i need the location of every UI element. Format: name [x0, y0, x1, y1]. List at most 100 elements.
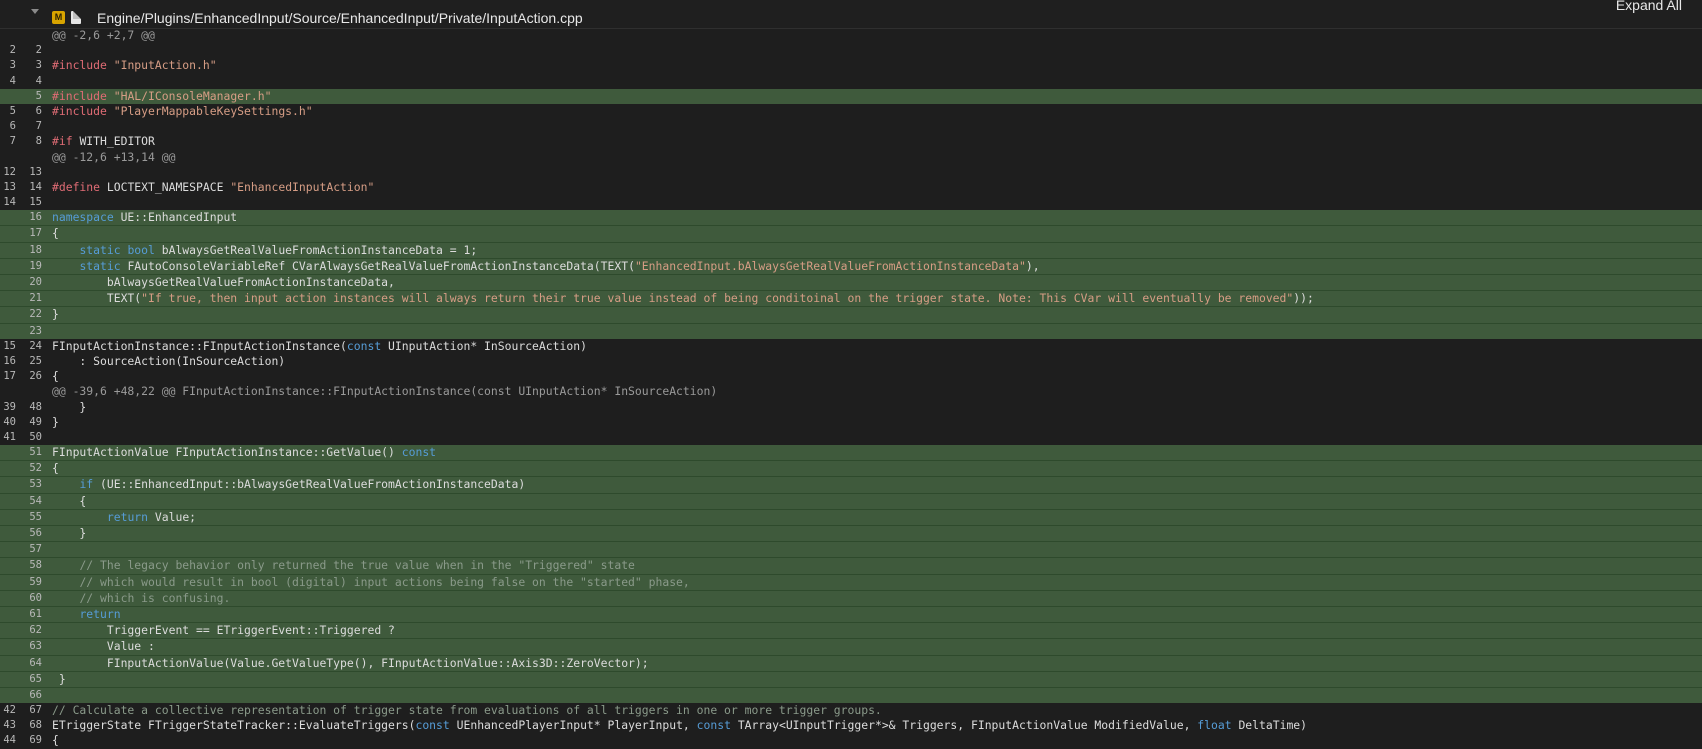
- old-line-number: 13: [3, 180, 16, 193]
- context-line[interactable]: 44: [0, 74, 1702, 89]
- file-path: Engine/Plugins/EnhancedInput/Source/Enha…: [97, 10, 583, 26]
- code-token: {: [52, 461, 59, 476]
- code-token: if: [79, 477, 101, 492]
- context-line[interactable]: 22: [0, 43, 1702, 58]
- added-line[interactable]: 20 bAlwaysGetRealValueFromActionInstance…: [0, 274, 1702, 291]
- code-token: }: [52, 307, 59, 322]
- new-line-number: 67: [29, 704, 42, 717]
- added-line[interactable]: 59 // which would result in bool (digita…: [0, 573, 1702, 590]
- code-text: {: [52, 369, 59, 384]
- code-token: FAutoConsoleVariableRef CVarAlwaysGetRea…: [127, 258, 635, 273]
- added-line[interactable]: 51 FInputActionValue FInputActionInstance…: [0, 445, 1702, 461]
- old-line-number: 5: [9, 104, 16, 117]
- context-line[interactable]: 16 25 : SourceAction(InSourceAction): [0, 354, 1702, 369]
- context-line[interactable]: 39 48 }: [0, 400, 1702, 415]
- new-line-number: 7: [35, 120, 42, 133]
- code-text: }: [52, 400, 86, 415]
- code-token: float: [1197, 718, 1239, 733]
- code-text: ETriggerState FTriggerStateTracker::Eval…: [52, 718, 1307, 733]
- code-token: namespace: [52, 210, 121, 225]
- added-line[interactable]: 54 {: [0, 492, 1702, 509]
- old-line-number: 6: [9, 120, 16, 133]
- code-text: // which would result in bool (digital) …: [52, 575, 689, 590]
- new-line-number: 49: [29, 415, 42, 428]
- old-line-number: 43: [3, 719, 16, 732]
- new-line-number: 60: [29, 591, 42, 604]
- code-token: const: [415, 718, 457, 733]
- new-line-number: 15: [29, 196, 42, 209]
- context-line[interactable]: 14 15: [0, 195, 1702, 210]
- hunk-header[interactable]: @@ -12,6 +13,14 @@: [0, 150, 1702, 165]
- added-line[interactable]: 61 return: [0, 605, 1702, 623]
- code-text: namespace UE::EnhancedInput: [52, 210, 237, 225]
- context-line[interactable]: 17 26 {: [0, 369, 1702, 384]
- added-line[interactable]: 58 // The legacy behavior only returned …: [0, 557, 1702, 574]
- old-line-number: 16: [3, 354, 16, 367]
- new-line-number: 53: [29, 478, 42, 491]
- added-line[interactable]: 63 Value :: [0, 638, 1702, 655]
- context-line[interactable]: 12 13: [0, 165, 1702, 180]
- added-line[interactable]: 23: [0, 322, 1702, 339]
- code-token: }: [52, 671, 66, 686]
- code-text: FInputActionInstance::FInputActionInstan…: [52, 339, 587, 354]
- added-line[interactable]: 16 namespace UE::EnhancedInput: [0, 210, 1702, 226]
- code-text: #define LOCTEXT_NAMESPACE "EnhancedInput…: [52, 180, 374, 195]
- context-line[interactable]: 15 24 FInputActionInstance::FInputActionIn…: [0, 339, 1702, 354]
- added-line[interactable]: 57: [0, 541, 1702, 558]
- expand-all-button[interactable]: Expand All: [1616, 0, 1682, 13]
- code-token: @@ -39,6 +48,22 @@ FInputActionInstance:…: [52, 384, 718, 399]
- context-line[interactable]: 41 50: [0, 430, 1702, 445]
- code-token: // Calculate a collective representation…: [52, 703, 882, 718]
- hunk-header[interactable]: @@ -39,6 +48,22 @@ FInputActionInstance:…: [0, 384, 1702, 399]
- hunk-header[interactable]: @@ -2,6 +2,7 @@: [0, 28, 1702, 43]
- context-line[interactable]: 3 3 #include "InputAction.h": [0, 58, 1702, 73]
- context-line[interactable]: 42 67 // Calculate a collective representa…: [0, 703, 1702, 718]
- code-token: FInputActionInstance::FInputActionInstan…: [52, 338, 347, 353]
- added-line[interactable]: 18 static bool bAlwaysGetRealValueFromAc…: [0, 241, 1702, 258]
- context-line[interactable]: 40 49}: [0, 415, 1702, 430]
- code-text: if (UE::EnhancedInput::bAlwaysGetRealVal…: [52, 477, 525, 492]
- context-line[interactable]: 67: [0, 119, 1702, 134]
- added-line[interactable]: 52 {: [0, 460, 1702, 477]
- code-token: "EnhancedInput.bAlwaysGetRealValueFromAc…: [634, 258, 1026, 273]
- added-line[interactable]: 22}: [0, 306, 1702, 323]
- code-text: bAlwaysGetRealValueFromActionInstanceDat…: [52, 275, 395, 290]
- added-line[interactable]: 5 #include "HAL/IConsoleManager.h": [0, 88, 1702, 104]
- added-line[interactable]: 65 }: [0, 670, 1702, 687]
- code-token: TArray<UInputTrigger*>& Triggers, FInput…: [737, 718, 1198, 733]
- code-token: bAlwaysGetRealValueFromActionInstanceDat…: [52, 275, 395, 289]
- code-token: @@ -2,6 +2,7 @@: [52, 28, 155, 42]
- added-line[interactable]: 53 if (UE::EnhancedInput::bAlwaysGetReal…: [0, 476, 1702, 493]
- chevron-down-icon[interactable]: [31, 9, 39, 14]
- new-line-number: 20: [29, 276, 42, 288]
- added-line[interactable]: 17 {: [0, 225, 1702, 242]
- added-line[interactable]: 60 // which is confusing.: [0, 589, 1702, 606]
- code-token: #include: [52, 58, 114, 73]
- context-line[interactable]: 13 14 #define LOCTEXT_NAMESPACE "EnhancedI…: [0, 180, 1702, 195]
- added-line[interactable]: 21 TEXT("If true, then input action inst…: [0, 290, 1702, 307]
- context-line[interactable]: 44 69 {: [0, 733, 1702, 748]
- code-token: ETriggerState FTriggerStateTracker::Eval…: [52, 718, 416, 733]
- code-token: "If true, then input action instances wi…: [141, 291, 1294, 306]
- added-line[interactable]: 55 return Value;: [0, 508, 1702, 525]
- code-text: #include "InputAction.h": [52, 58, 217, 73]
- code-token: WITH_EDITOR: [79, 134, 155, 149]
- code-token: bAlwaysGetRealValueFromActionInstanceDat…: [161, 242, 478, 257]
- old-line-number: 17: [3, 370, 16, 383]
- added-line[interactable]: 64 FInputActionValue(Value.GetValueType(…: [0, 654, 1702, 671]
- old-line-number: 4: [9, 74, 16, 87]
- context-line[interactable]: 43 68 ETriggerState FTriggerStateTracker::…: [0, 718, 1702, 733]
- code-text: : SourceAction(InSourceAction): [52, 354, 285, 369]
- added-line[interactable]: 56 }: [0, 525, 1702, 542]
- added-line[interactable]: 66: [0, 686, 1702, 704]
- new-line-number: 8: [35, 135, 42, 148]
- context-line[interactable]: 5 6 #include "PlayerMappableKeySettings.h": [0, 104, 1702, 119]
- new-line-number: 6: [35, 104, 42, 117]
- code-token: // which is confusing.: [79, 590, 231, 605]
- context-line[interactable]: 7 8 #if WITH_EDITOR: [0, 134, 1702, 149]
- added-line[interactable]: 19 static FAutoConsoleVariableRef CVarAl…: [0, 257, 1702, 274]
- code-text: Value :: [52, 639, 155, 654]
- added-line[interactable]: 62 TriggerEvent == ETriggerEvent::Trigge…: [0, 622, 1702, 639]
